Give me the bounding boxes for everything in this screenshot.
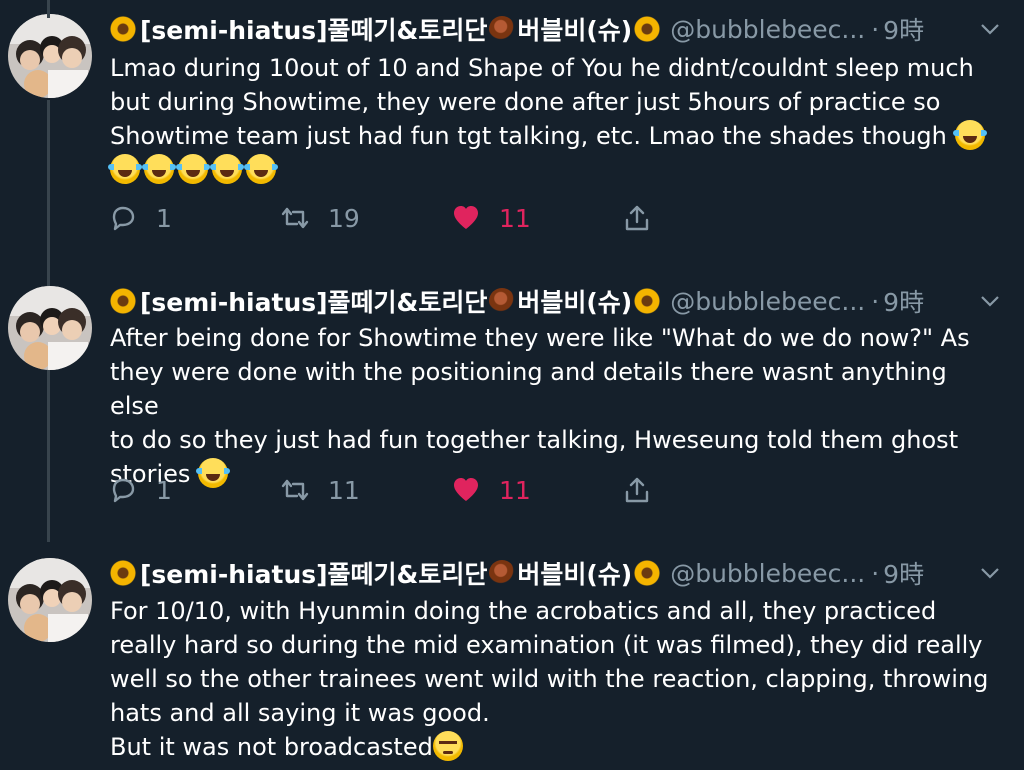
like-button[interactable]: 11 [451, 201, 531, 235]
tweet-header: [semi-hiatus]풀떼기&토리단 버블비(슈) @bubblebeec.… [110, 556, 924, 590]
heart-icon [454, 206, 478, 229]
tweet-text: After being done for Showtime they were … [110, 324, 970, 488]
separator-dot: · [871, 14, 880, 44]
unamused-face-emoji [432, 731, 463, 761]
reply-count: 1 [156, 475, 172, 505]
like-count: 11 [499, 203, 531, 233]
face-with-tears-of-joy-emoji [108, 154, 142, 184]
tweet-actions: 1 19 11 [108, 201, 668, 235]
sunflower-emoji [634, 16, 661, 42]
tweet-1[interactable]: [semi-hiatus]풀떼기&토리단 버블비(슈) @bubblebeec.… [0, 0, 1024, 270]
like-count: 11 [499, 475, 531, 505]
share-icon [625, 205, 649, 231]
face-with-tears-of-joy-emoji [210, 154, 244, 184]
user-handle[interactable]: @bubblebeec... [670, 559, 865, 588]
face-with-tears-of-joy-emoji [244, 154, 278, 184]
avatar[interactable] [8, 14, 92, 98]
tweet-text: Lmao during 10out of 10 and Shape of You… [108, 51, 1000, 187]
user-handle[interactable]: @bubblebeec... [670, 287, 865, 316]
like-button[interactable]: 11 [451, 473, 531, 507]
share-button[interactable] [622, 201, 652, 235]
tweet-header: [semi-hiatus]풀떼기&토리단 버블비(슈) @bubblebeec.… [110, 284, 924, 318]
reply-icon [112, 478, 135, 503]
avatar[interactable] [8, 558, 92, 642]
tweet-text: For 10/10, with Hyunmin doing the acroba… [110, 597, 989, 761]
reply-button[interactable]: 1 [108, 201, 172, 235]
face-with-tears-of-joy-emoji [176, 154, 210, 184]
share-icon [625, 477, 649, 503]
chestnut-emoji [489, 16, 516, 42]
tweet-timestamp[interactable]: 9時 [883, 555, 924, 591]
avatar[interactable] [8, 286, 92, 370]
sunflower-emoji [110, 560, 136, 586]
retweet-icon [281, 479, 309, 501]
display-name[interactable]: [semi-hiatus]풀떼기&토리단 버블비(슈) [110, 11, 661, 47]
reply-button[interactable]: 1 [108, 473, 172, 507]
separator-dot: · [871, 558, 880, 588]
retweet-button[interactable]: 19 [280, 201, 360, 235]
thread-line [47, 100, 50, 270]
heart-icon [454, 478, 478, 501]
sunflower-emoji [110, 16, 136, 42]
retweet-button[interactable]: 11 [280, 473, 360, 507]
tweet-2[interactable]: [semi-hiatus]풀떼기&토리단 버블비(슈) @bubblebeec.… [0, 0, 1024, 542]
face-with-tears-of-joy-emoji [952, 120, 987, 150]
chevron-down-icon[interactable] [978, 561, 1002, 585]
retweet-icon [281, 207, 309, 229]
sunflower-emoji [110, 288, 136, 314]
retweet-count: 11 [328, 475, 360, 505]
chestnut-emoji [489, 288, 516, 314]
chevron-down-icon[interactable] [978, 17, 1002, 41]
tweet-timestamp[interactable]: 9時 [883, 283, 924, 319]
face-with-tears-of-joy-emoji [142, 154, 176, 184]
sunflower-emoji [634, 288, 661, 314]
tweet-header: [semi-hiatus]풀떼기&토리단 버블비(슈) @bubblebeec.… [110, 12, 924, 46]
thread-line [47, 370, 50, 542]
chestnut-emoji [489, 560, 516, 586]
tweet-feed: [semi-hiatus]풀떼기&토리단 버블비(슈) @bubblebeec.… [0, 0, 1024, 770]
separator-dot: · [871, 286, 880, 316]
thread-line [47, 270, 50, 286]
reply-count: 1 [156, 203, 172, 233]
display-name[interactable]: [semi-hiatus]풀떼기&토리단 버블비(슈) [110, 555, 661, 591]
tweet-actions: 1 11 11 [108, 473, 668, 507]
share-button[interactable] [622, 473, 652, 507]
tweet-3[interactable]: [semi-hiatus]풀떼기&토리단 버블비(슈) @bubblebeec.… [0, 270, 1024, 770]
tweet-timestamp[interactable]: 9時 [883, 11, 924, 47]
chevron-down-icon[interactable] [978, 289, 1002, 313]
thread-line [47, 0, 50, 18]
display-name[interactable]: [semi-hiatus]풀떼기&토리단 버블비(슈) [110, 283, 661, 319]
sunflower-emoji [634, 560, 661, 586]
retweet-count: 19 [328, 203, 360, 233]
user-handle[interactable]: @bubblebeec... [670, 15, 865, 44]
reply-icon [112, 206, 135, 231]
